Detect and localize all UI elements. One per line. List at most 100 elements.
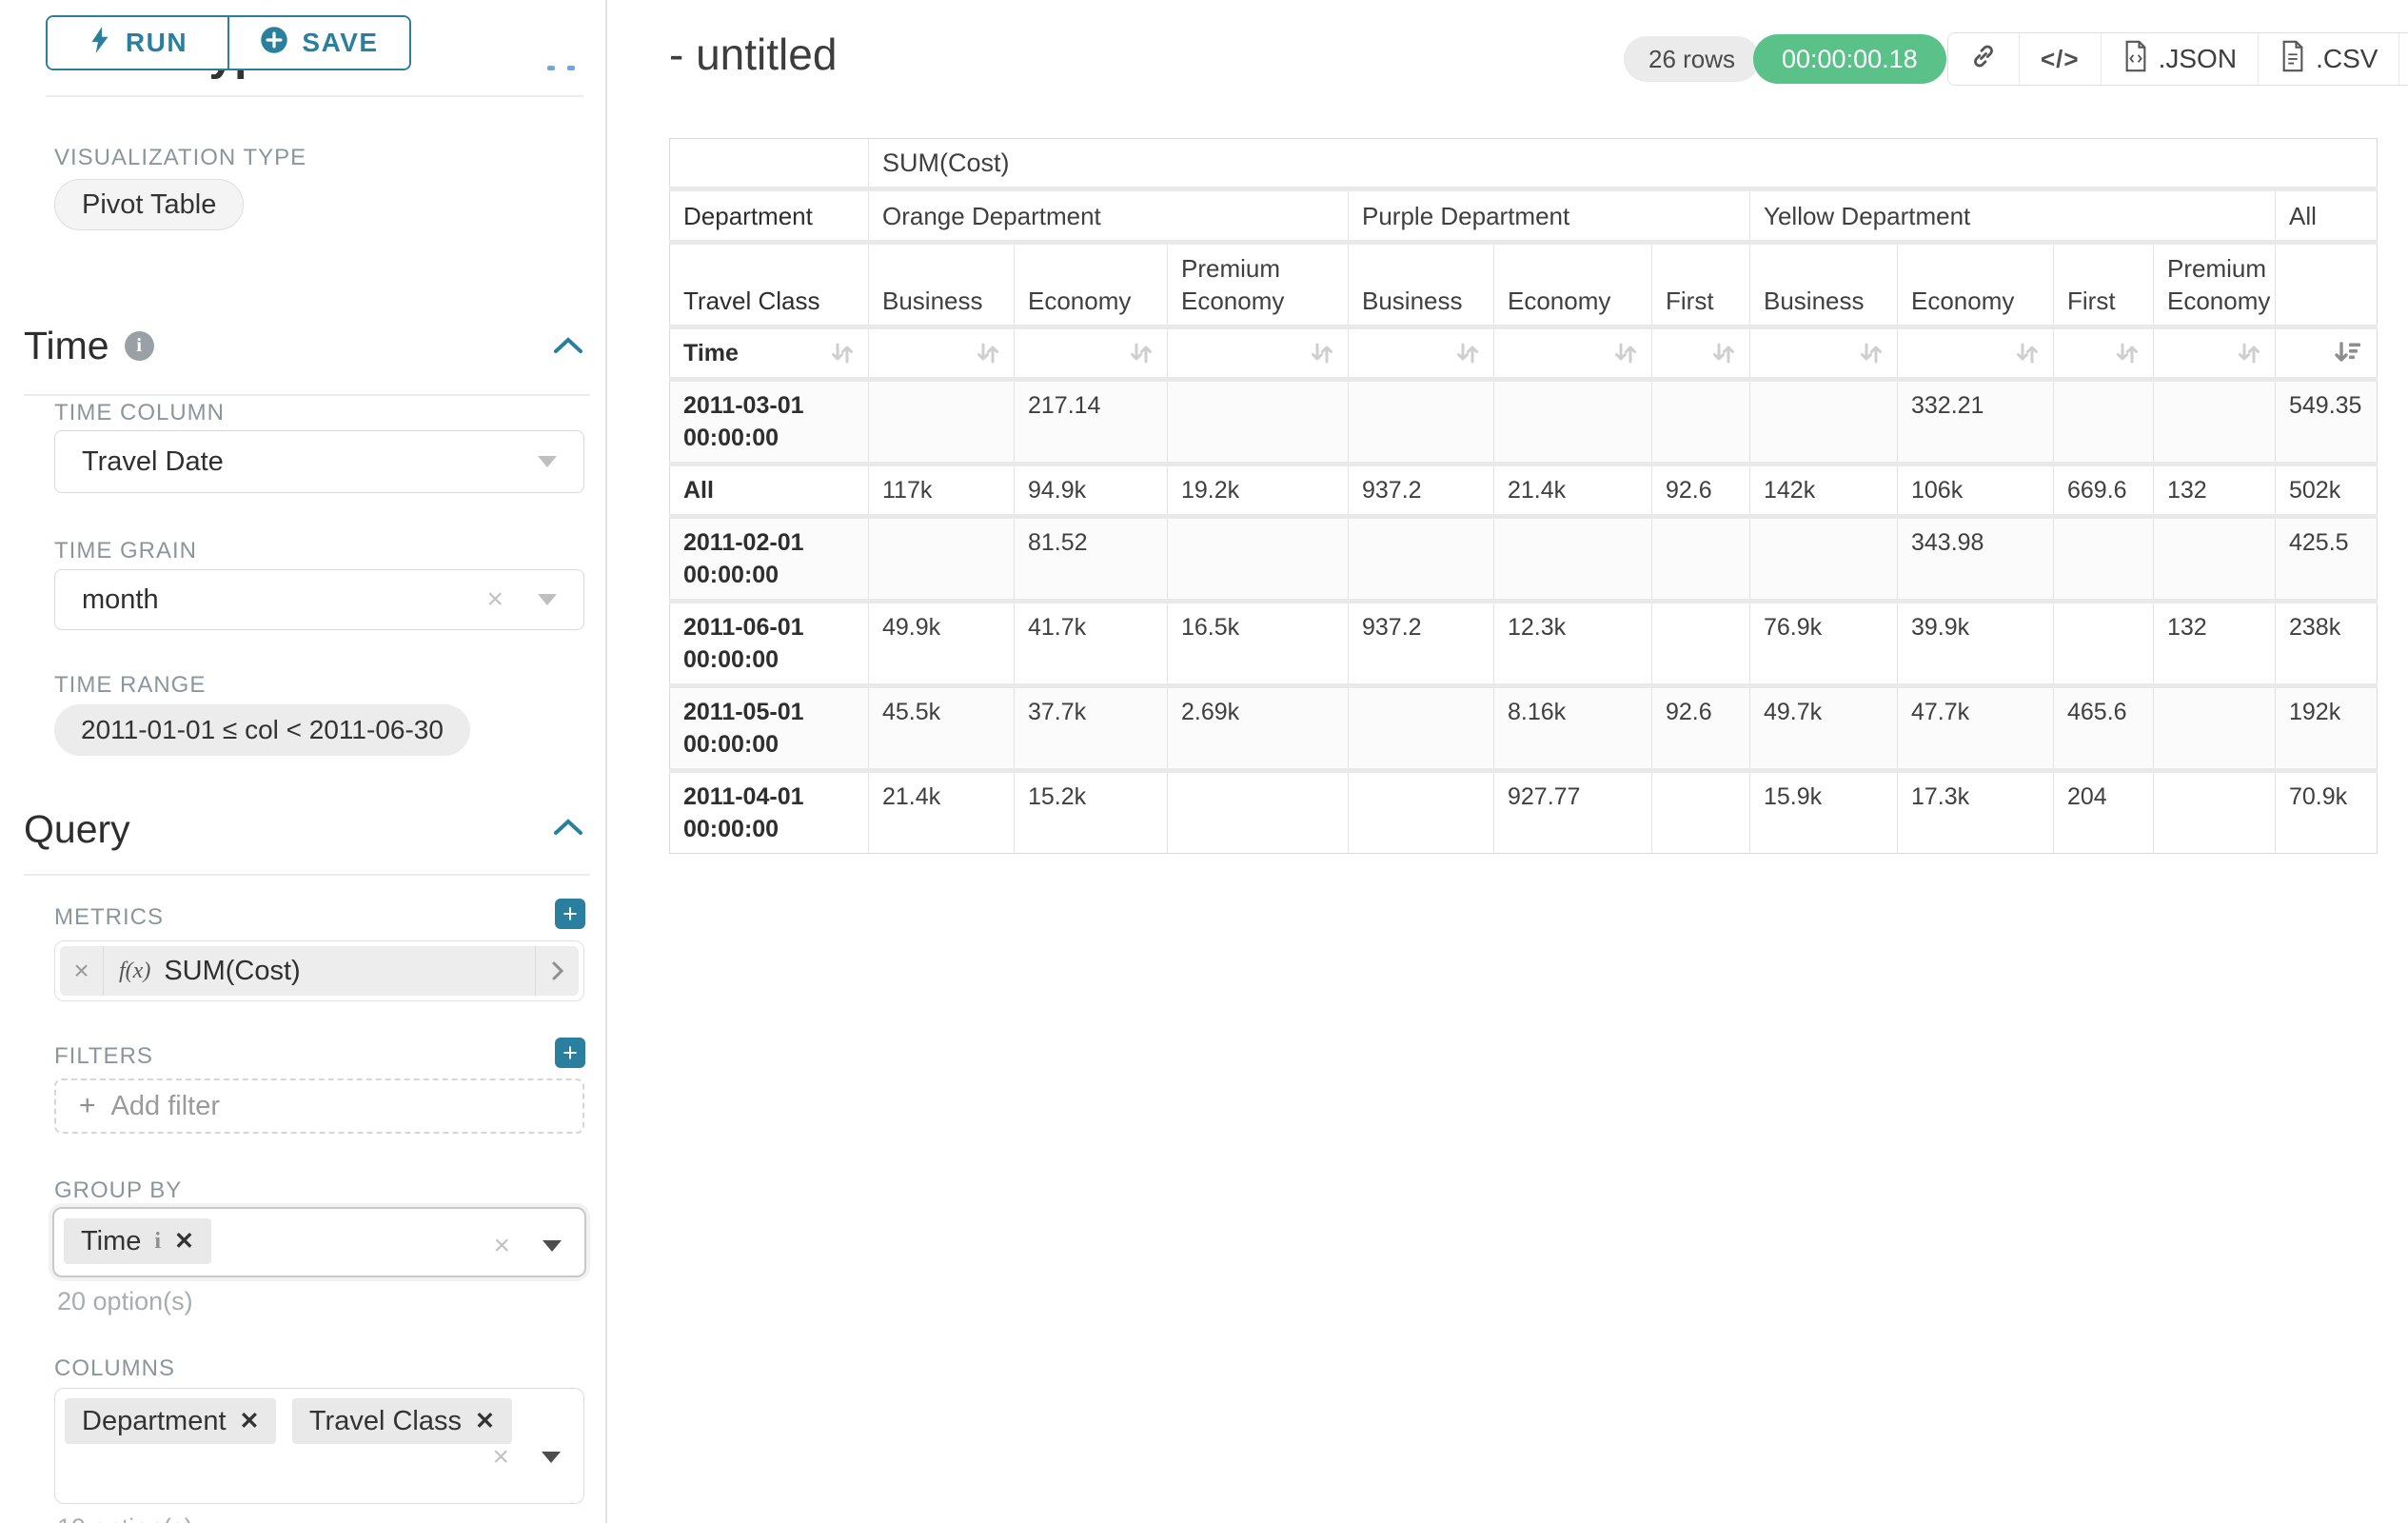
chevron-up-icon[interactable] — [552, 817, 584, 838]
pivot-value-cell: 21.4k — [869, 771, 1015, 854]
panel-resize-handle[interactable] — [547, 66, 575, 70]
row-count-badge: 26 rows — [1624, 36, 1760, 82]
remove-chip-icon[interactable]: ✕ — [240, 1407, 260, 1435]
pivot-column-header: Business — [1349, 243, 1494, 327]
sort-icon[interactable] — [976, 341, 1000, 366]
add-filter-button[interactable]: + — [555, 1038, 585, 1068]
pivot-value-cell — [2054, 517, 2154, 602]
info-icon[interactable]: i — [125, 331, 154, 361]
remove-metric-icon[interactable]: × — [60, 946, 104, 996]
pivot-value-cell — [1349, 771, 1494, 854]
pivot-group-header: All — [2276, 189, 2378, 243]
clear-icon[interactable]: × — [492, 1441, 509, 1474]
chevron-down-icon — [538, 456, 557, 467]
pivot-group-header: Purple Department — [1349, 189, 1750, 243]
pivot-table-container: SUM(Cost)DepartmentOrange DepartmentPurp… — [669, 138, 2378, 854]
pivot-data-row: 2011-03-01 00:00:00217.14332.21549.35 — [670, 380, 2378, 465]
pivot-row-header: 2011-05-01 00:00:00 — [670, 686, 869, 771]
pivot-sort-cell — [1168, 327, 1349, 380]
sort-icon[interactable] — [2237, 341, 2261, 366]
pivot-sort-cell — [2054, 327, 2154, 380]
pivot-value-cell: 106k — [1898, 465, 2054, 517]
columns-chip-travel-class[interactable]: Travel Class ✕ — [292, 1398, 512, 1444]
info-icon[interactable]: i — [154, 1229, 161, 1255]
chevron-right-icon[interactable] — [535, 946, 579, 996]
pivot-row-header: 2011-04-01 00:00:00 — [670, 771, 869, 854]
pivot-value-cell: 117k — [869, 465, 1015, 517]
pivot-value-cell — [1652, 771, 1750, 854]
pivot-value-cell — [869, 380, 1015, 465]
sort-icon[interactable] — [2015, 341, 2040, 366]
embed-code-button[interactable]: </> — [2019, 33, 2101, 85]
clear-icon[interactable]: × — [486, 585, 503, 614]
pivot-value-cell: 21.4k — [1494, 465, 1652, 517]
pivot-value-cell: 39.9k — [1898, 602, 2054, 686]
pivot-value-cell: 45.5k — [869, 686, 1015, 771]
copy-link-button[interactable] — [1948, 33, 2019, 85]
visualization-type-value[interactable]: Pivot Table — [54, 179, 244, 230]
export-csv-button[interactable]: .CSV — [2258, 33, 2398, 85]
pivot-data-row: 2011-05-01 00:00:0045.5k37.7k2.69k8.16k9… — [670, 686, 2378, 771]
chevron-down-icon[interactable] — [543, 1240, 562, 1252]
pivot-column-header: Premium Economy — [1168, 243, 1349, 327]
pivot-row-header: 2011-02-01 00:00:00 — [670, 517, 869, 602]
pivot-column-header: Economy — [1015, 243, 1168, 327]
columns-select[interactable]: Department ✕ Travel Class ✕ × — [54, 1388, 584, 1504]
columns-chip-department[interactable]: Department ✕ — [65, 1398, 276, 1444]
pivot-value-cell: 70.9k — [2276, 771, 2378, 854]
run-button[interactable]: RUN — [48, 17, 227, 69]
sort-icon[interactable] — [1310, 341, 1334, 366]
pivot-value-cell: 937.2 — [1349, 465, 1494, 517]
sort-desc-icon[interactable] — [2333, 341, 2363, 366]
pivot-column-header: Economy — [1494, 243, 1652, 327]
pivot-value-cell: 15.9k — [1750, 771, 1898, 854]
pivot-column-header — [2276, 243, 2378, 327]
pivot-value-cell — [869, 517, 1015, 602]
time-range-value[interactable]: 2011-01-01 ≤ col < 2011-06-30 — [54, 704, 470, 756]
chevron-up-icon[interactable] — [552, 335, 584, 356]
pivot-value-cell: 465.6 — [2054, 686, 2154, 771]
remove-chip-icon[interactable]: ✕ — [174, 1227, 194, 1256]
pivot-value-cell: 238k — [2276, 602, 2378, 686]
divider — [24, 874, 590, 876]
pivot-value-cell: 76.9k — [1750, 602, 1898, 686]
pivot-value-cell: 425.5 — [2276, 517, 2378, 602]
menu-button[interactable] — [2398, 33, 2408, 85]
pivot-column-header: Premium Economy — [2154, 243, 2276, 327]
chevron-down-icon[interactable] — [542, 1452, 561, 1463]
clear-icon[interactable]: × — [493, 1230, 510, 1262]
sort-icon[interactable] — [1455, 341, 1480, 366]
pivot-value-cell — [1750, 517, 1898, 602]
time-column-select[interactable]: Travel Date — [54, 430, 584, 493]
metric-item: × f(x) SUM(Cost) — [54, 940, 584, 1001]
pivot-value-cell — [1652, 380, 1750, 465]
sort-icon[interactable] — [1859, 341, 1884, 366]
sort-icon[interactable] — [830, 341, 855, 366]
remove-chip-icon[interactable]: ✕ — [475, 1407, 495, 1435]
group-by-chip-time[interactable]: Time i ✕ — [64, 1218, 211, 1264]
time-grain-select[interactable]: month × — [54, 569, 584, 630]
lightning-icon — [88, 26, 112, 61]
sort-icon[interactable] — [1129, 341, 1154, 366]
add-filter-dropzone[interactable]: + Add filter — [54, 1078, 584, 1134]
group-by-options-hint: 20 option(s) — [57, 1287, 193, 1316]
pivot-value-cell: 132 — [2154, 602, 2276, 686]
json-file-icon — [2122, 40, 2149, 79]
panel-splitter[interactable] — [605, 0, 607, 1523]
export-json-button[interactable]: .JSON — [2101, 33, 2258, 85]
pivot-value-cell — [1494, 517, 1652, 602]
chart-title[interactable]: - untitled — [669, 29, 837, 80]
time-range-label: TIME RANGE — [54, 672, 206, 699]
sort-icon[interactable] — [2115, 341, 2140, 366]
sort-icon[interactable] — [1711, 341, 1736, 366]
pivot-sort-cell — [2276, 327, 2378, 380]
pivot-value-cell: 92.6 — [1652, 686, 1750, 771]
sort-icon[interactable] — [1613, 341, 1638, 366]
group-by-label: GROUP BY — [54, 1177, 182, 1204]
pivot-sort-cell — [2154, 327, 2276, 380]
pivot-col-dim-travel-class: Travel Class — [670, 243, 869, 327]
save-button[interactable]: SAVE — [227, 17, 409, 69]
chevron-down-icon — [538, 594, 557, 605]
group-by-select[interactable]: Time i ✕ × — [52, 1207, 586, 1277]
add-metric-button[interactable]: + — [555, 899, 585, 929]
